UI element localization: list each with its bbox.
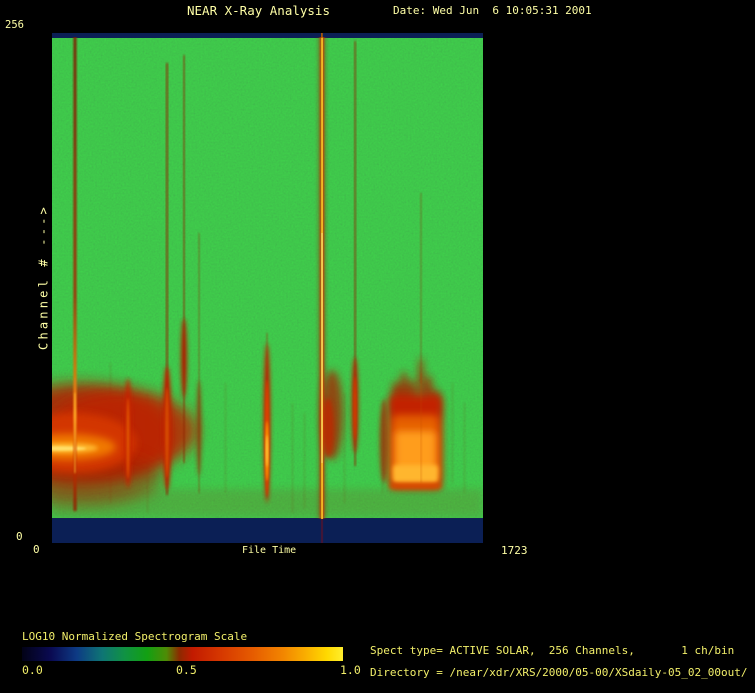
x-axis-label: File Time <box>242 545 297 556</box>
spectrogram-plot <box>52 33 483 543</box>
colorbar-title: LOG10 Normalized Spectrogram Scale <box>22 630 248 643</box>
near-xray-analysis-window: NEAR X-Ray Analysis Date: Wed Jun 6 10:0… <box>0 0 755 693</box>
x-axis-min-tick: 0 <box>33 543 40 556</box>
colorbar-tick-min: 0.0 <box>22 663 43 677</box>
y-axis-max-tick: 256 <box>5 19 24 31</box>
colorbar-tick-mid: 0.5 <box>176 663 197 677</box>
date-label: Date: Wed Jun 6 10:05:31 2001 <box>393 4 592 17</box>
spectrogram-image <box>52 33 483 543</box>
spect-type-text: Spect type= ACTIVE SOLAR, 256 Channels, … <box>370 644 735 657</box>
colorbar-tick-max: 1.0 <box>340 663 361 677</box>
y-axis-label: Channel # ---> <box>36 204 51 350</box>
x-axis-max-tick: 1723 <box>501 544 528 557</box>
colorbar-gradient <box>22 647 343 661</box>
page-title: NEAR X-Ray Analysis <box>187 3 330 18</box>
y-axis-min-tick: 0 <box>16 530 23 543</box>
directory-text: Directory = /near/xdr/XRS/2000/05-00/XSd… <box>370 666 748 679</box>
